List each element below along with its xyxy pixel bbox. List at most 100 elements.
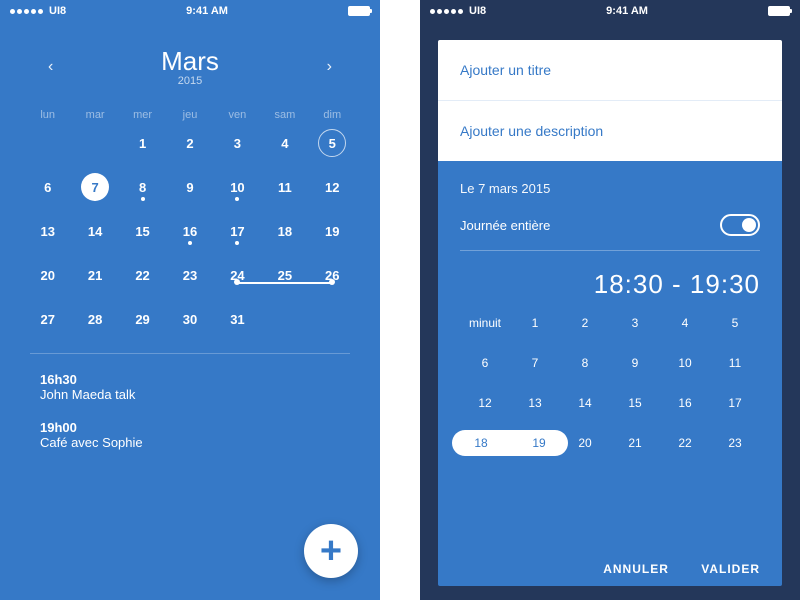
event-item[interactable]: 19h00Café avec Sophie <box>40 420 340 450</box>
weekday-label: ven <box>214 109 261 121</box>
day-number: 19 <box>325 224 339 239</box>
calendar-day[interactable]: 5 <box>309 127 356 159</box>
day-number: 25 <box>278 268 292 283</box>
hour-cell[interactable]: 12 <box>460 392 510 414</box>
hour-cell[interactable]: 7 <box>510 352 560 374</box>
add-event-button[interactable]: + <box>304 524 358 578</box>
description-input[interactable]: Ajouter une description <box>438 101 782 161</box>
day-number: 21 <box>88 268 102 283</box>
cancel-button[interactable]: ANNULER <box>603 562 669 576</box>
calendar-day[interactable]: 11 <box>261 171 308 203</box>
month-label: Mars <box>161 46 219 77</box>
weekday-label: jeu <box>166 109 213 121</box>
hour-selection-pill[interactable]: 1819 <box>452 430 568 456</box>
day-number: 5 <box>318 129 346 157</box>
day-number: 6 <box>44 180 51 195</box>
calendar-day[interactable]: 2 <box>166 127 213 159</box>
calendar-day[interactable]: 14 <box>71 215 118 247</box>
hour-cell[interactable]: 8 <box>560 352 610 374</box>
calendar-day[interactable]: 4 <box>261 127 308 159</box>
hours-grid: minuit1234567891011121314151617181920212… <box>460 312 760 454</box>
calendar-day[interactable]: 9 <box>166 171 213 203</box>
calendar-day[interactable]: 31 <box>214 303 261 335</box>
hour-cell[interactable]: minuit <box>460 312 510 334</box>
calendar-day[interactable]: 1 <box>119 127 166 159</box>
hour-cell[interactable]: 11 <box>710 352 760 374</box>
calendar-day[interactable]: 17 <box>214 215 261 247</box>
confirm-button[interactable]: VALIDER <box>701 562 760 576</box>
event-time: 19h00 <box>40 420 340 435</box>
signal-dots-icon <box>10 9 43 14</box>
calendar-day[interactable]: 28 <box>71 303 118 335</box>
calendar-day[interactable]: 21 <box>71 259 118 291</box>
day-number: 11 <box>278 180 292 195</box>
hour-cell[interactable]: 6 <box>460 352 510 374</box>
calendar-day[interactable]: 30 <box>166 303 213 335</box>
day-number: 22 <box>135 268 149 283</box>
calendar-day[interactable]: 27 <box>24 303 71 335</box>
event-item[interactable]: 16h30John Maeda talk <box>40 372 340 402</box>
calendar-day[interactable]: 22 <box>119 259 166 291</box>
calendar-day[interactable]: 13 <box>24 215 71 247</box>
calendar-day[interactable]: 19 <box>309 215 356 247</box>
hour-cell[interactable]: 2 <box>560 312 610 334</box>
event-title: John Maeda talk <box>40 387 340 402</box>
day-number: 30 <box>183 312 197 327</box>
hour-cell[interactable]: 3 <box>610 312 660 334</box>
day-number: 28 <box>88 312 102 327</box>
divider <box>460 250 760 251</box>
calendar-day[interactable]: 26 <box>309 259 356 291</box>
calendar-day[interactable]: 6 <box>24 171 71 203</box>
hour-selection-value: 19 <box>532 436 545 450</box>
text-inputs-card: Ajouter un titre Ajouter une description <box>438 40 782 161</box>
allday-toggle[interactable] <box>720 214 760 236</box>
hour-cell[interactable]: 5 <box>710 312 760 334</box>
hour-cell[interactable]: 22 <box>660 432 710 454</box>
event-time: 16h30 <box>40 372 340 387</box>
day-number: 7 <box>81 173 109 201</box>
hour-cell[interactable]: 4 <box>660 312 710 334</box>
hour-cell[interactable]: 21 <box>610 432 660 454</box>
day-number: 18 <box>278 224 292 239</box>
battery-icon <box>768 6 790 16</box>
days-grid: 1234567891011121314151617181920212223242… <box>0 127 380 335</box>
month-title: Mars 2015 <box>161 46 219 87</box>
hour-cell[interactable]: 14 <box>560 392 610 414</box>
carrier-label: UI8 <box>49 5 66 17</box>
hour-cell[interactable]: 23 <box>710 432 760 454</box>
calendar-day[interactable]: 7 <box>71 171 118 203</box>
hour-cell[interactable]: 13 <box>510 392 560 414</box>
day-number: 3 <box>234 136 241 151</box>
calendar-day[interactable]: 12 <box>309 171 356 203</box>
hour-cell[interactable]: 1 <box>510 312 560 334</box>
calendar-day[interactable]: 20 <box>24 259 71 291</box>
selected-date-label: Le 7 mars 2015 <box>460 181 760 196</box>
dialog-actions: ANNULER VALIDER <box>460 546 760 576</box>
calendar-day[interactable]: 16 <box>166 215 213 247</box>
hour-cell[interactable]: 17 <box>710 392 760 414</box>
hour-cell[interactable]: 16 <box>660 392 710 414</box>
day-number: 15 <box>135 224 149 239</box>
calendar-day[interactable]: 10 <box>214 171 261 203</box>
calendar-day <box>24 127 71 159</box>
status-bar: UI8 9:41 AM <box>420 0 800 22</box>
calendar-day[interactable]: 23 <box>166 259 213 291</box>
calendar-day[interactable]: 29 <box>119 303 166 335</box>
calendar-day[interactable]: 8 <box>119 171 166 203</box>
calendar-day[interactable]: 25 <box>261 259 308 291</box>
hour-cell[interactable]: 10 <box>660 352 710 374</box>
next-month-button[interactable]: › <box>319 50 340 84</box>
prev-month-button[interactable]: ‹ <box>40 50 61 84</box>
day-number: 9 <box>186 180 193 195</box>
hour-cell[interactable]: 9 <box>610 352 660 374</box>
calendar-day[interactable]: 15 <box>119 215 166 247</box>
calendar-day[interactable]: 3 <box>214 127 261 159</box>
year-label: 2015 <box>161 75 219 87</box>
day-number: 4 <box>281 136 288 151</box>
clock-label: 9:41 AM <box>606 5 648 17</box>
title-input[interactable]: Ajouter un titre <box>438 40 782 101</box>
hour-cell[interactable]: 15 <box>610 392 660 414</box>
calendar-day[interactable]: 18 <box>261 215 308 247</box>
events-list: 16h30John Maeda talk 19h00Café avec Sophi… <box>0 354 380 486</box>
calendar-day[interactable]: 24 <box>214 259 261 291</box>
